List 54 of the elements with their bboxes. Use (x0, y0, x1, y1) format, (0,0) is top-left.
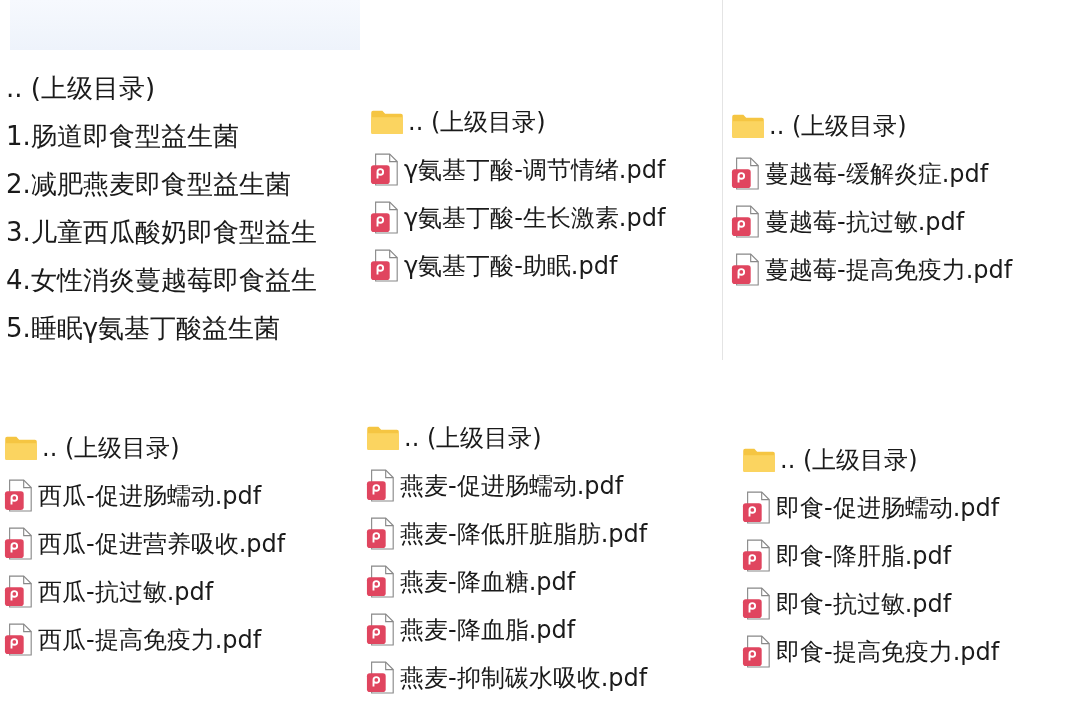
file-name[interactable]: 即食-抗过敏.pdf (776, 588, 952, 620)
file-name[interactable]: 燕麦-降血脂.pdf (400, 614, 576, 646)
pdf-file-icon (731, 156, 761, 192)
pdf-file-icon (742, 538, 772, 574)
pdf-file-icon (366, 468, 396, 504)
file-name[interactable]: 3.儿童西瓜酸奶即食型益生 (6, 214, 317, 250)
file-name[interactable]: 西瓜-抗过敏.pdf (38, 576, 214, 608)
pdf-file-icon (742, 586, 772, 622)
pdf-file-icon (4, 622, 34, 658)
folder-icon (4, 435, 38, 461)
file-name[interactable]: 燕麦-抑制碳水吸收.pdf (400, 662, 648, 694)
pdf-file-icon (370, 248, 400, 284)
pdf-file-icon (742, 634, 772, 670)
file-name[interactable]: γ氨基丁酸-调节情绪.pdf (404, 154, 666, 186)
pdf-file-icon (4, 478, 34, 514)
file-name[interactable]: 即食-促进肠蠕动.pdf (776, 492, 1000, 524)
file-name[interactable]: 西瓜-促进肠蠕动.pdf (38, 480, 262, 512)
pdf-file-icon (4, 574, 34, 610)
file-name[interactable]: 燕麦-降低肝脏脂肪.pdf (400, 518, 648, 550)
folder-icon (731, 113, 765, 139)
pdf-file-icon (366, 612, 396, 648)
file-name[interactable]: 燕麦-促进肠蠕动.pdf (400, 470, 624, 502)
file-name[interactable]: 2.减肥燕麦即食型益生菌 (6, 166, 291, 202)
file-name[interactable]: .. (上级目录) (408, 106, 546, 138)
pdf-file-icon (366, 660, 396, 696)
file-name[interactable]: .. (上级目录) (404, 422, 542, 454)
folder-icon (370, 109, 404, 135)
file-name[interactable]: γ氨基丁酸-助眠.pdf (404, 250, 618, 282)
file-name[interactable]: 蔓越莓-提高免疫力.pdf (765, 254, 1013, 286)
pdf-file-icon (4, 526, 34, 562)
pdf-file-icon (366, 564, 396, 600)
file-name[interactable]: 蔓越莓-缓解炎症.pdf (765, 158, 989, 190)
file-name[interactable]: γ氨基丁酸-生长激素.pdf (404, 202, 666, 234)
file-name[interactable]: .. (上级目录) (769, 110, 907, 142)
pdf-file-icon (370, 152, 400, 188)
file-name[interactable]: .. (上级目录) (780, 444, 918, 476)
file-name[interactable]: 1.肠道即食型益生菌 (6, 118, 239, 154)
file-name[interactable]: 燕麦-降血糖.pdf (400, 566, 576, 598)
pdf-file-icon (366, 516, 396, 552)
file-name[interactable]: 蔓越莓-抗过敏.pdf (765, 206, 965, 238)
file-name[interactable]: 西瓜-提高免疫力.pdf (38, 624, 262, 656)
folder-icon (366, 425, 400, 451)
folder-icon (742, 447, 776, 473)
pdf-file-icon (731, 252, 761, 288)
file-name[interactable]: 5.睡眠γ氨基丁酸益生菌 (6, 310, 281, 346)
file-name[interactable]: 即食-提高免疫力.pdf (776, 636, 1000, 668)
file-name[interactable]: .. (上级目录) (42, 432, 180, 464)
file-name[interactable]: 西瓜-促进营养吸收.pdf (38, 528, 286, 560)
file-name[interactable]: .. (上级目录) (6, 70, 156, 106)
file-name[interactable]: 4.女性消炎蔓越莓即食益生 (6, 262, 317, 298)
pdf-file-icon (370, 200, 400, 236)
pdf-file-icon (731, 204, 761, 240)
pdf-file-icon (742, 490, 772, 526)
file-name[interactable]: 即食-降肝脂.pdf (776, 540, 952, 572)
